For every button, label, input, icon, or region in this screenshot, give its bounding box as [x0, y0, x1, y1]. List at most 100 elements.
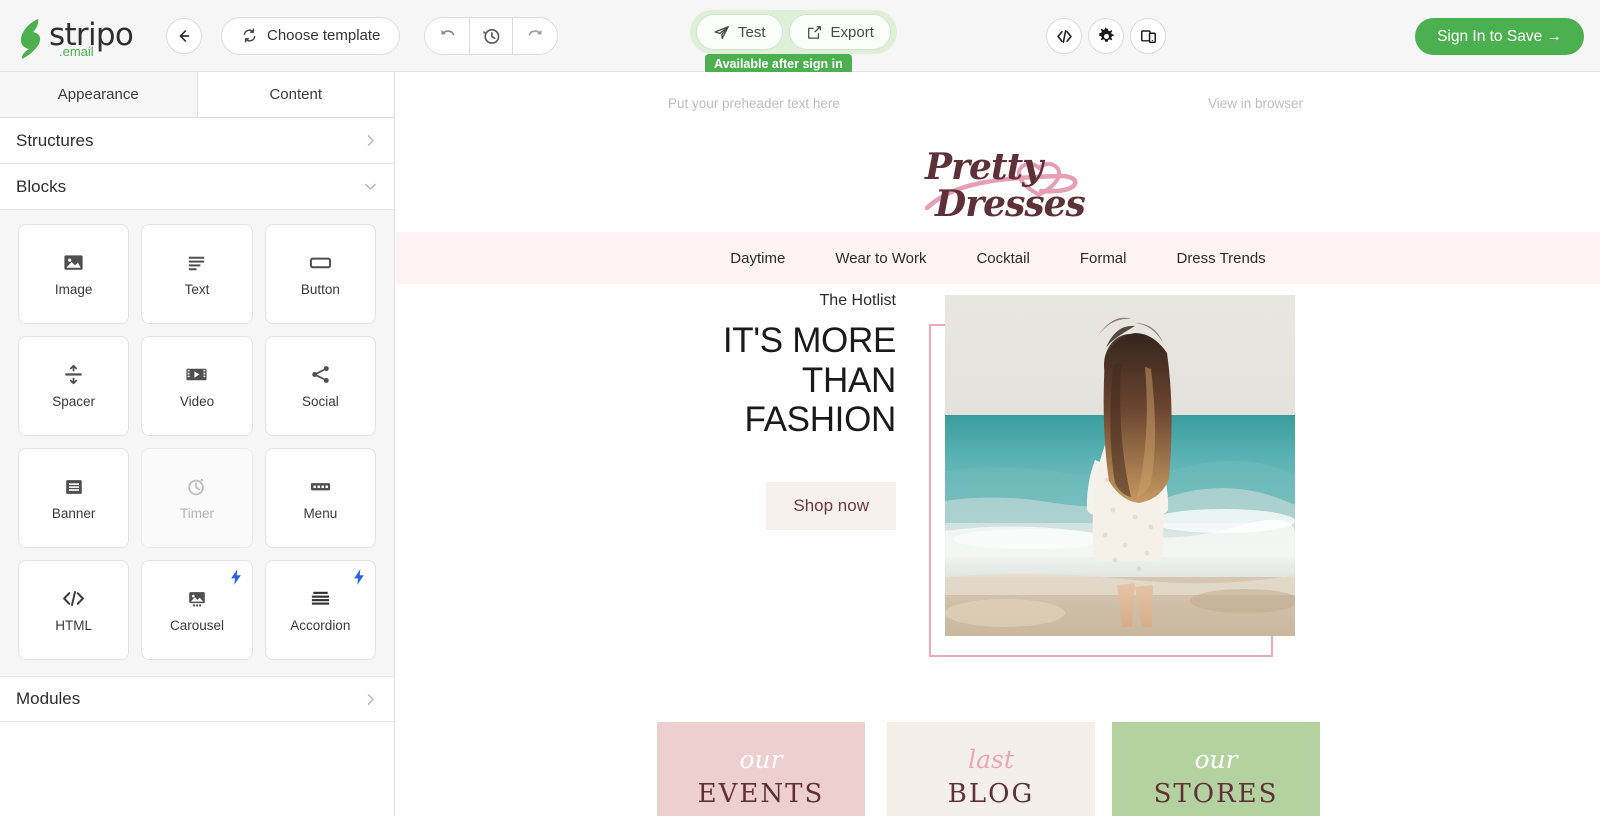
blocks-label: Blocks	[16, 176, 67, 196]
chevron-down-icon	[363, 179, 378, 194]
banner-icon	[63, 476, 85, 498]
export-share-icon	[806, 24, 823, 41]
chevron-right-icon	[363, 692, 378, 707]
nav-item-formal[interactable]: Formal	[1080, 250, 1127, 267]
carousel-icon	[186, 588, 208, 610]
block-spacer[interactable]: Spacer	[18, 336, 130, 436]
settings-button[interactable]	[1088, 18, 1124, 54]
block-carousel[interactable]: Carousel	[141, 560, 253, 660]
redo-button[interactable]	[513, 17, 558, 54]
editor-tools-group	[1046, 18, 1166, 54]
shop-now-button[interactable]: Shop now	[766, 481, 896, 530]
code-brackets-icon	[61, 587, 86, 610]
nav-item-cocktail[interactable]: Cocktail	[976, 250, 1029, 267]
hero-headline[interactable]: IT'S MORE THAN FASHION	[696, 321, 896, 440]
paper-plane-icon	[713, 24, 730, 41]
block-menu[interactable]: Menu	[264, 448, 376, 548]
sidebar-section-structures[interactable]: Structures	[0, 118, 394, 164]
undo-arrow-icon	[438, 26, 457, 45]
block-video[interactable]: Video	[141, 336, 253, 436]
tab-content[interactable]: Content	[197, 72, 394, 117]
accordion-icon	[309, 587, 332, 610]
preheader-text[interactable]: Put your preheader text here	[668, 96, 840, 111]
undo-button[interactable]	[425, 17, 470, 54]
blocks-panel: Image Text Button Spacer Video Social Ba…	[0, 210, 394, 676]
lightning-bolt-icon	[352, 568, 366, 586]
block-social[interactable]: Social	[264, 336, 376, 436]
view-in-browser-link[interactable]: View in browser	[1208, 96, 1303, 111]
hero-text-column: The Hotlist IT'S MORE THAN FASHION Shop …	[696, 292, 896, 530]
promo-card-blog[interactable]: last BLOG	[887, 722, 1095, 816]
code-editor-button[interactable]	[1046, 18, 1082, 54]
block-social-label: Social	[301, 394, 339, 409]
sidebar-section-blocks[interactable]: Blocks	[0, 164, 394, 210]
test-label: Test	[738, 23, 766, 41]
block-text[interactable]: Text	[141, 224, 253, 324]
test-export-group: Test Export	[690, 10, 897, 54]
block-accordion[interactable]: Accordion	[264, 560, 376, 660]
block-accordion-label: Accordion	[290, 618, 351, 633]
sidebar-tabs: Appearance Content	[0, 72, 394, 118]
svg-text:Pretty: Pretty	[924, 146, 1045, 188]
device-preview-button[interactable]	[1130, 18, 1166, 54]
modules-label: Modules	[16, 689, 81, 708]
block-timer: Timer	[141, 448, 253, 548]
nav-item-wear-to-work[interactable]: Wear to Work	[835, 250, 926, 267]
hero-kicker[interactable]: The Hotlist	[696, 292, 896, 310]
block-button[interactable]: Button	[264, 224, 376, 324]
promo-blog-title: BLOG	[947, 779, 1035, 809]
email-hero-section: The Hotlist IT'S MORE THAN FASHION Shop …	[396, 284, 1600, 704]
hero-headline-line3: FASHION	[744, 400, 896, 440]
device-preview-icon	[1139, 27, 1158, 46]
promo-blog-script: last	[968, 745, 1014, 774]
promo-stores-script: our	[1194, 745, 1238, 774]
tab-appearance[interactable]: Appearance	[0, 72, 198, 117]
video-icon	[184, 363, 209, 386]
lightning-bolt-icon	[229, 568, 243, 586]
block-carousel-label: Carousel	[169, 617, 224, 633]
nav-item-daytime[interactable]: Daytime	[730, 250, 785, 267]
block-image[interactable]: Image	[18, 224, 130, 324]
top-toolbar: stripo .email Choose template Test Expor…	[0, 0, 1600, 75]
promo-events-script: our	[739, 745, 783, 774]
code-brackets-icon	[1055, 27, 1074, 46]
refresh-icon	[241, 27, 258, 44]
promo-card-stores[interactable]: our STORES	[1112, 722, 1320, 816]
promo-cards-row: our EVENTS last BLOG our STORES	[396, 704, 1600, 816]
hero-headline-line1: IT'S MORE	[722, 321, 896, 360]
block-video-label: Video	[179, 394, 215, 409]
export-button[interactable]: Export	[788, 14, 891, 50]
email-logo-block[interactable]: Pretty Dresses	[396, 134, 1600, 232]
history-controls	[424, 16, 559, 55]
block-banner[interactable]: Banner	[18, 448, 130, 548]
sign-in-to-save-button[interactable]: Sign In to Save →	[1415, 18, 1584, 55]
structures-label: Structures	[16, 130, 94, 150]
redo-arrow-icon	[526, 26, 545, 45]
block-timer-label: Timer	[179, 506, 214, 521]
choose-template-label: Choose template	[267, 27, 381, 44]
image-icon	[62, 251, 85, 274]
test-button[interactable]: Test	[696, 14, 783, 50]
promo-card-events[interactable]: our EVENTS	[657, 722, 865, 816]
nav-item-dress-trends[interactable]: Dress Trends	[1176, 250, 1265, 267]
block-text-label: Text	[184, 282, 210, 297]
email-nav-bar: Daytime Wear to Work Cocktail Formal Dre…	[396, 232, 1600, 284]
export-label: Export	[830, 23, 874, 41]
back-button[interactable]	[166, 17, 202, 54]
arrow-left-icon	[175, 27, 193, 45]
blocks-grid: Image Text Button Spacer Video Social Ba…	[18, 224, 376, 660]
timer-icon	[185, 475, 208, 498]
version-history-button[interactable]	[469, 17, 514, 54]
history-clock-icon	[481, 26, 501, 46]
email-canvas[interactable]: Put your preheader text here View in bro…	[396, 72, 1600, 816]
block-image-label: Image	[54, 282, 93, 297]
choose-template-button[interactable]: Choose template	[221, 16, 401, 55]
spacer-icon	[62, 363, 85, 386]
pretty-dresses-logo: Pretty Dresses	[924, 146, 1087, 224]
block-html[interactable]: HTML	[18, 560, 130, 660]
hero-image[interactable]	[945, 295, 1295, 636]
sidebar-section-modules[interactable]: Modules	[0, 676, 394, 722]
share-nodes-icon	[309, 363, 332, 386]
email-body: Put your preheader text here View in bro…	[396, 72, 1600, 816]
stripo-logo[interactable]: stripo .email	[18, 14, 138, 59]
